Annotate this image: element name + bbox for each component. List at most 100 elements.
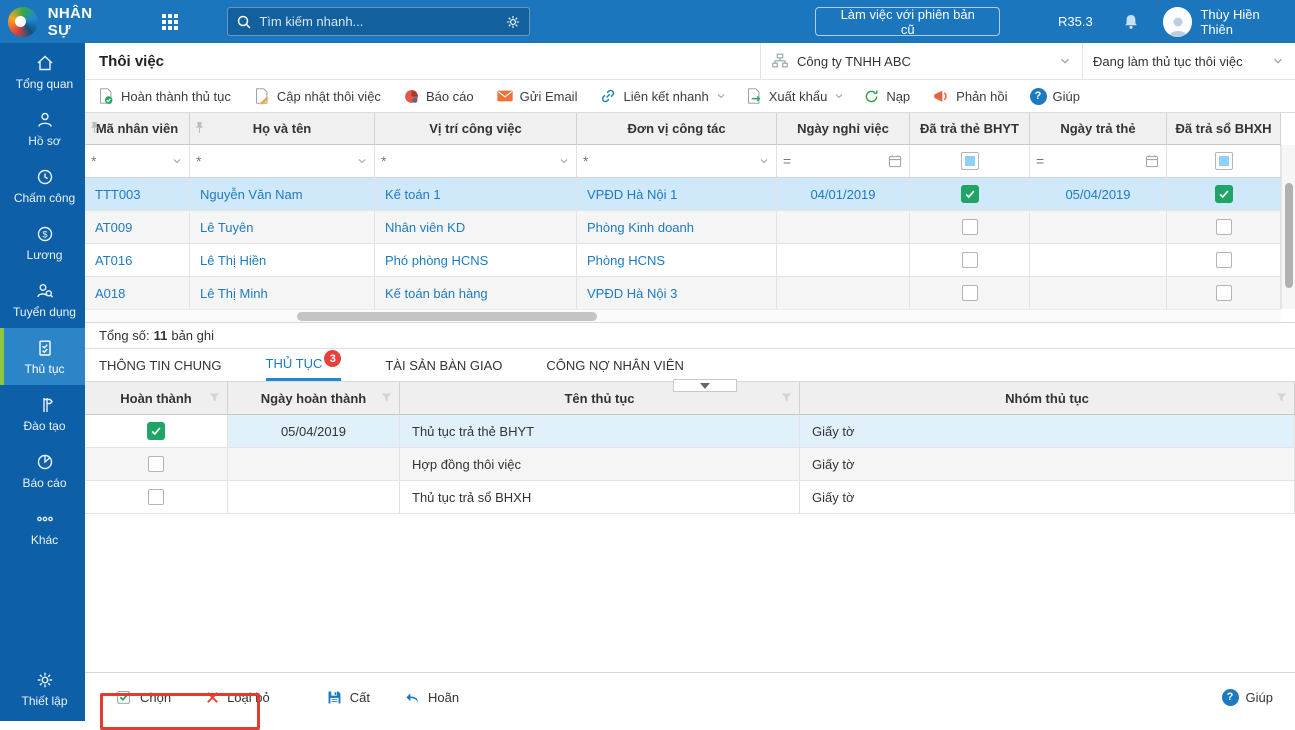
old-version-button[interactable]: Làm việc với phiên bản cũ [815, 7, 1000, 36]
select-button[interactable]: Chọn [115, 688, 171, 706]
column-header[interactable]: Tên thủ tục [400, 382, 800, 415]
app-launcher-button[interactable] [161, 13, 179, 31]
column-header[interactable]: Đơn vị công tác [577, 113, 777, 145]
column-header[interactable]: Họ và tên [190, 113, 375, 145]
footer-label: Hoãn [428, 690, 459, 705]
company-selector[interactable]: Công ty TNHH ABC [760, 43, 1082, 79]
sidebar-item-ho-so[interactable]: Hồ sơ [0, 100, 85, 157]
feedback-button[interactable]: Phản hồi [932, 87, 1007, 105]
tab-tai-san-ban-giao[interactable]: TÀI SẢN BÀN GIAO [385, 349, 502, 381]
checkbox-unchecked[interactable] [1216, 219, 1232, 235]
filter-funnel-icon[interactable] [380, 391, 393, 404]
complete-procedure-button[interactable]: Hoàn thành thủ tục [97, 87, 231, 105]
checkbox-unchecked[interactable] [1216, 285, 1232, 301]
report-button[interactable]: Báo cáo [403, 88, 474, 105]
filter-cell-unit[interactable]: * [577, 145, 777, 178]
footer-help-button[interactable]: ? Giúp [1222, 689, 1273, 706]
chevron-down-icon [758, 155, 770, 167]
reload-button[interactable]: Nạp [863, 88, 910, 105]
remove-button[interactable]: Loại bỏ [205, 690, 270, 705]
procedure-row[interactable]: Thủ tục trả sổ BHXH Giấy tờ [85, 481, 1295, 514]
person-search-icon [35, 281, 55, 301]
notification-bell-icon[interactable] [1121, 12, 1141, 32]
checkbox-unchecked[interactable] [148, 489, 164, 505]
page-title: Thôi việc [85, 43, 760, 79]
employee-row[interactable]: AT016 Lê Thị Hiền Phó phòng HCNS Phòng H… [85, 244, 1281, 277]
employee-row[interactable]: TTT003 Nguyễn Văn Nam Kế toán 1 VPĐD Hà … [85, 178, 1281, 211]
procedure-row[interactable]: Hợp đồng thôi việc Giấy tờ [85, 448, 1295, 481]
quick-link-button[interactable]: Liên kết nhanh [599, 87, 708, 105]
undo-button[interactable]: Hoãn [404, 689, 459, 706]
column-header[interactable]: Vị trí công việc [375, 113, 577, 145]
indeterminate-checkbox[interactable] [961, 152, 979, 170]
tab-cong-no-nhan-vien[interactable]: CÔNG NỢ NHÂN VIÊN [546, 349, 684, 381]
sidebar-item-cham-cong[interactable]: Chấm công [0, 157, 85, 214]
column-header[interactable]: Đã trả thẻ BHYT [910, 113, 1030, 145]
filter-cell-return-date[interactable]: = [1030, 145, 1167, 178]
toolbar-label: Liên kết nhanh [623, 89, 708, 104]
scrollbar-thumb[interactable] [297, 312, 597, 321]
sidebar-item-bao-cao[interactable]: Báo cáo [0, 442, 85, 499]
checkbox-unchecked[interactable] [962, 252, 978, 268]
checkbox-unchecked[interactable] [148, 456, 164, 472]
tab-thu-tuc[interactable]: THỦ TỤC3 [266, 349, 342, 381]
horizontal-scrollbar[interactable] [85, 309, 1281, 322]
filter-cell-leave-date[interactable]: = [777, 145, 910, 178]
filter-funnel-icon[interactable] [208, 391, 221, 404]
procedure-row[interactable]: 05/04/2019 Thủ tục trả thẻ BHYT Giấy tờ [85, 415, 1295, 448]
scrollbar-thumb[interactable] [1285, 183, 1293, 288]
vertical-scrollbar[interactable] [1281, 145, 1295, 309]
sidebar-item-thiet-lap[interactable]: Thiết lập [0, 660, 85, 717]
megaphone-icon [932, 87, 950, 105]
checkbox-checked[interactable] [147, 422, 165, 440]
column-header[interactable]: Ngày hoàn thành [228, 382, 400, 415]
sidebar-item-khac[interactable]: Khác [0, 499, 85, 556]
status-filter-dropdown[interactable]: Đang làm thủ tục thôi việc [1082, 43, 1295, 79]
sidebar-item-tong-quan[interactable]: Tổng quan [0, 43, 85, 100]
sidebar-item-tuyen-dung[interactable]: Tuyển dụng [0, 271, 85, 328]
filter-funnel-icon[interactable] [780, 391, 793, 404]
app-logo-icon[interactable] [8, 7, 38, 37]
employee-row[interactable]: A018 Lê Thị Minh Kế toán bán hàng VPĐD H… [85, 277, 1281, 310]
user-name[interactable]: Thùy Hiền Thiên [1200, 7, 1295, 37]
tab-thong-tin-chung[interactable]: THÔNG TIN CHUNG [99, 349, 222, 381]
collapse-detail-button[interactable] [673, 379, 737, 392]
checkbox-unchecked[interactable] [962, 285, 978, 301]
sidebar-item-dao-tao[interactable]: Đào tạo [0, 385, 85, 442]
search-input[interactable] [259, 14, 505, 29]
quick-link-caret-icon[interactable] [715, 90, 727, 102]
column-header[interactable]: Hoàn thành [85, 382, 228, 415]
column-header[interactable]: Nhóm thủ tục [800, 382, 1295, 415]
filter-cell-name[interactable]: * [190, 145, 375, 178]
sidebar-item-thu-tuc[interactable]: Thủ tục [0, 328, 85, 385]
update-resignation-button[interactable]: Cập nhật thôi việc [253, 87, 381, 105]
filter-cell-bhxh[interactable] [1167, 145, 1281, 178]
sidebar-item-label: Chấm công [14, 191, 75, 205]
user-avatar[interactable] [1163, 7, 1193, 37]
quick-search[interactable] [227, 7, 530, 36]
employee-grid-header: Mã nhân viên Họ và tên Vị trí công việc … [85, 113, 1281, 145]
detail-tabs: THÔNG TIN CHUNG THỦ TỤC3 TÀI SẢN BÀN GIA… [85, 349, 1295, 382]
export-button[interactable]: Xuất khẩu [745, 87, 828, 105]
employee-row[interactable]: AT009 Lê Tuyên Nhân viên KD Phòng Kinh d… [85, 211, 1281, 244]
indeterminate-checkbox[interactable] [1215, 152, 1233, 170]
checkbox-unchecked[interactable] [962, 219, 978, 235]
tab-badge: 3 [324, 350, 341, 367]
checkbox-checked[interactable] [1215, 185, 1233, 203]
save-button[interactable]: Cất [326, 689, 370, 706]
search-settings-icon[interactable] [505, 14, 521, 30]
column-header[interactable]: Mã nhân viên [85, 113, 190, 145]
checkbox-unchecked[interactable] [1216, 252, 1232, 268]
column-header[interactable]: Ngày nghỉ việc [777, 113, 910, 145]
help-button[interactable]: ? Giúp [1030, 88, 1080, 105]
export-caret-icon[interactable] [833, 90, 845, 102]
column-header[interactable]: Đã trả sổ BHXH [1167, 113, 1281, 145]
send-email-button[interactable]: Gửi Email [496, 87, 578, 105]
filter-cell-bhyt[interactable] [910, 145, 1030, 178]
column-header[interactable]: Ngày trả thẻ [1030, 113, 1167, 145]
checkbox-checked[interactable] [961, 185, 979, 203]
filter-cell-position[interactable]: * [375, 145, 577, 178]
filter-funnel-icon[interactable] [1275, 391, 1288, 404]
sidebar-item-luong[interactable]: $ Lương [0, 214, 85, 271]
filter-cell-code[interactable]: * [85, 145, 190, 178]
